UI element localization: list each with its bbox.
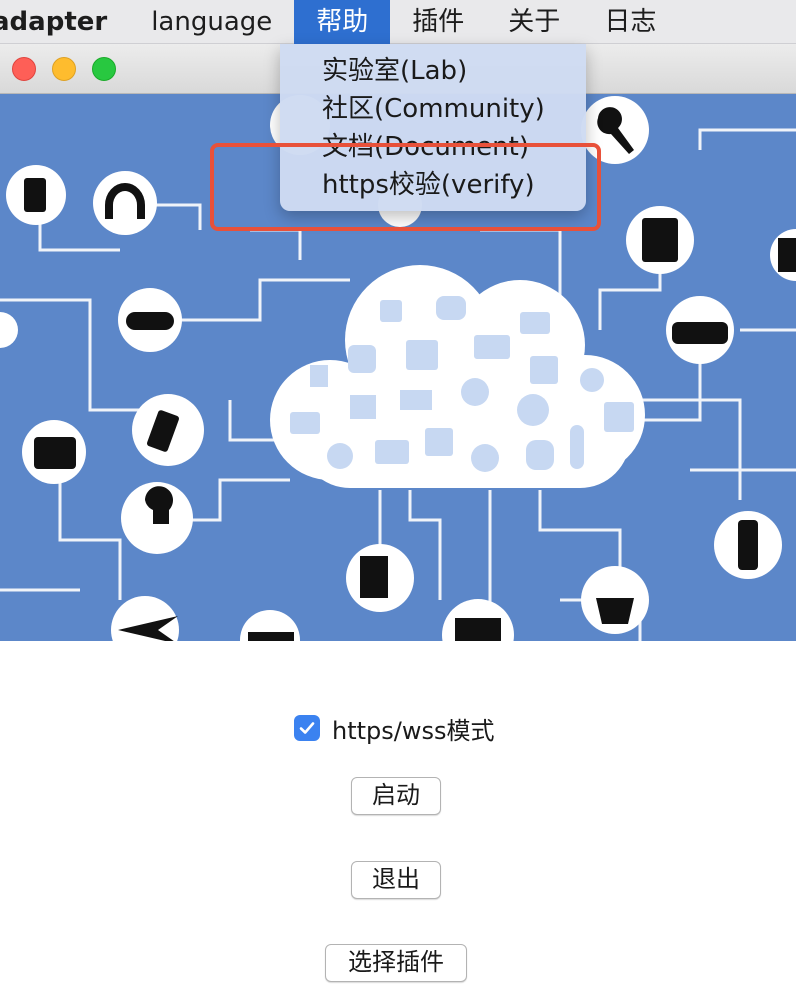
menu-plugins[interactable]: 插件 xyxy=(390,0,486,44)
tv-icon xyxy=(778,238,796,272)
menu-help[interactable]: 帮助 xyxy=(294,0,391,44)
menu-log[interactable]: 日志 xyxy=(582,0,678,44)
menu-item-document[interactable]: 文档(Document) xyxy=(280,128,586,166)
checkmark-icon xyxy=(299,722,315,734)
menu-item-https-verify[interactable]: https校验(verify) xyxy=(280,166,586,204)
gamepad-icon xyxy=(126,312,174,330)
menu-item-community[interactable]: 社区(Community) xyxy=(280,90,586,128)
radio-icon xyxy=(672,322,728,344)
speaker-icon xyxy=(360,556,388,598)
https-mode-row[interactable]: https/wss模式 xyxy=(294,711,495,745)
window-minimize-button[interactable] xyxy=(52,57,76,81)
select-plugin-button[interactable]: 选择插件 xyxy=(325,944,467,982)
https-mode-checkbox[interactable] xyxy=(294,715,320,741)
menu-language[interactable]: language xyxy=(129,0,294,44)
menu-about[interactable]: 关于 xyxy=(486,0,582,44)
window-close-button[interactable] xyxy=(12,57,36,81)
camera-icon xyxy=(34,437,76,469)
controls-panel: https/wss模式 启动 退出 选择插件 xyxy=(0,641,796,1002)
watch-icon xyxy=(738,520,758,570)
truck-icon xyxy=(248,632,294,641)
quit-button[interactable]: 退出 xyxy=(351,861,441,899)
menu-item-lab[interactable]: 实验室(Lab) xyxy=(280,52,586,90)
scale-icon xyxy=(596,598,634,624)
window-zoom-button[interactable] xyxy=(92,57,116,81)
menu-bar: adapter language 帮助 插件 关于 日志 xyxy=(0,0,796,44)
start-button[interactable]: 启动 xyxy=(351,777,441,815)
help-dropdown-menu: 实验室(Lab) 社区(Community) 文档(Document) http… xyxy=(280,44,586,211)
menu-app-name[interactable]: adapter xyxy=(0,0,129,44)
https-mode-label: https/wss模式 xyxy=(332,716,495,745)
washing-machine-icon xyxy=(642,218,678,262)
blender-icon xyxy=(24,178,46,212)
monitor-icon xyxy=(455,618,501,641)
